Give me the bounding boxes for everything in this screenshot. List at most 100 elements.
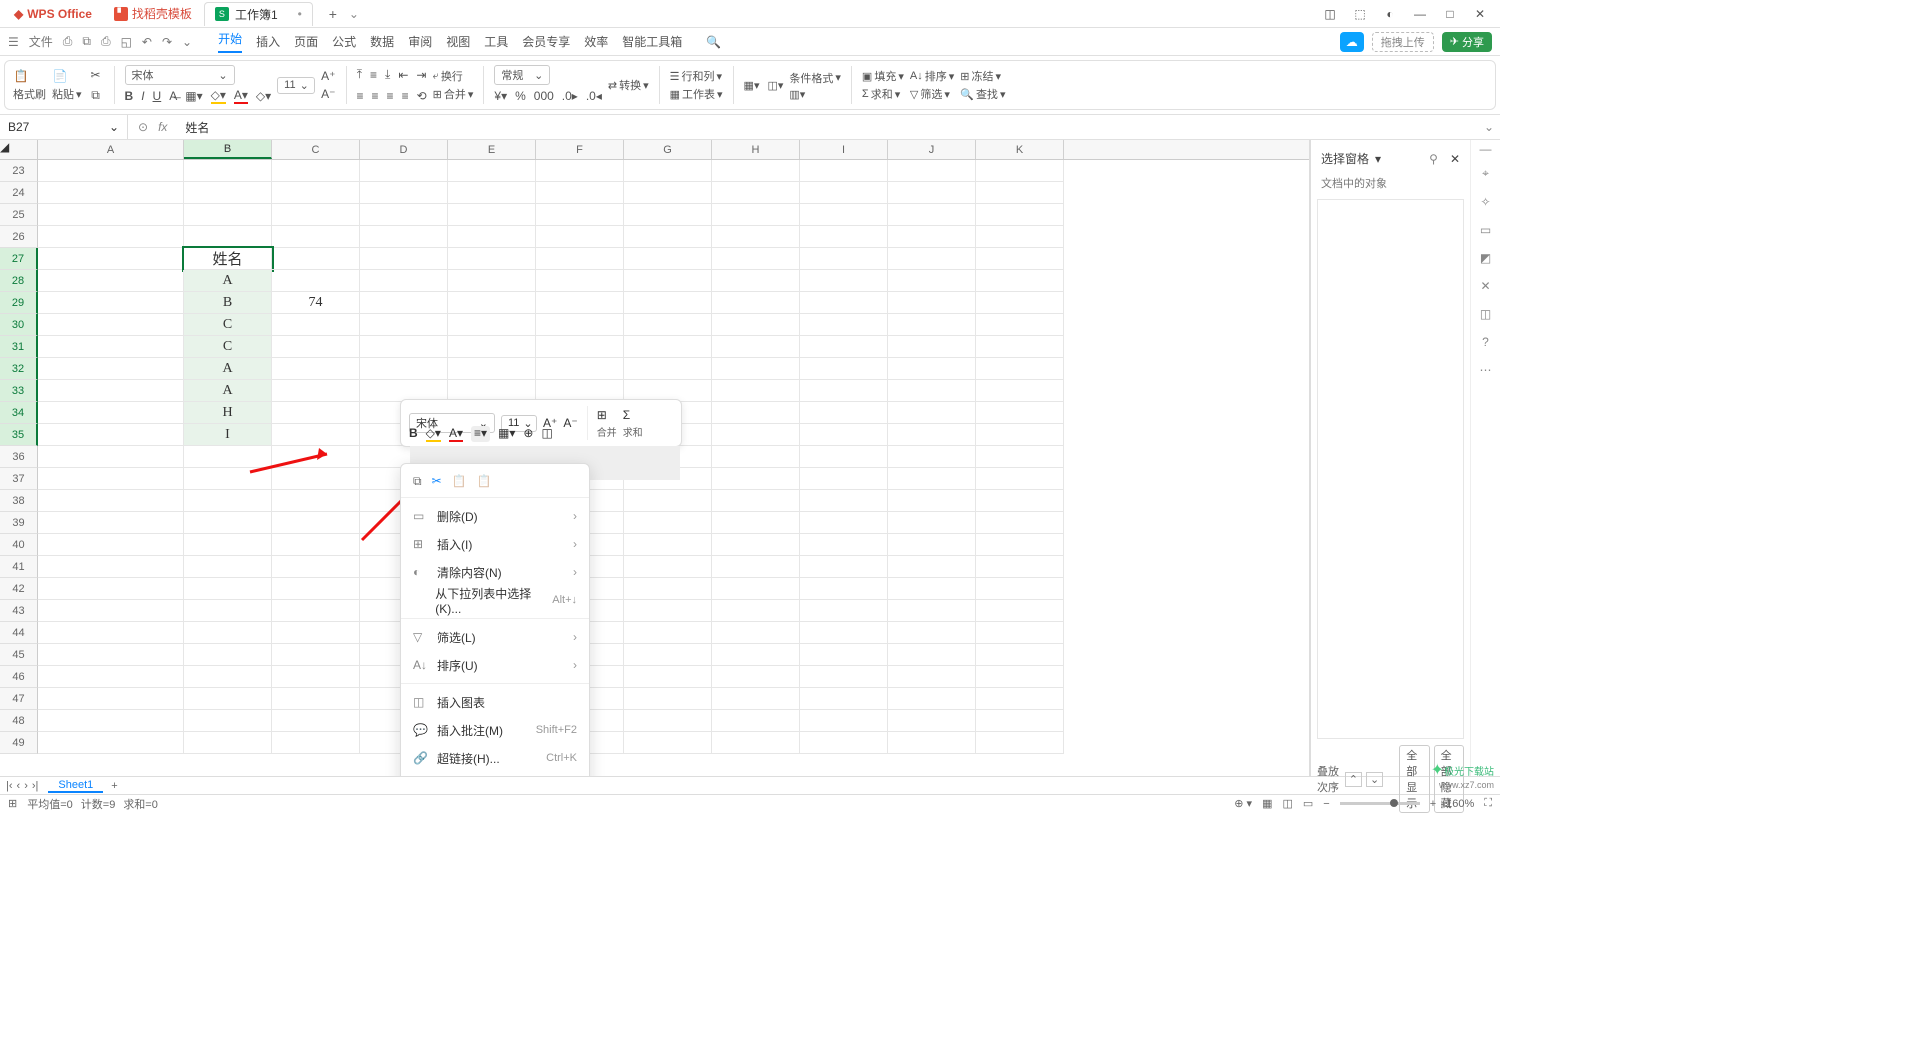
convert-button[interactable]: ⇄ 转换 ▾: [608, 77, 649, 93]
mini-insert-icon[interactable]: ⊕: [523, 426, 533, 442]
cell[interactable]: [888, 578, 976, 600]
col-D[interactable]: D: [360, 140, 448, 159]
cell[interactable]: [800, 446, 888, 468]
cell[interactable]: [800, 710, 888, 732]
cell[interactable]: [448, 270, 536, 292]
ctx-clear[interactable]: ◐清除内容(N)›: [401, 558, 589, 586]
cell[interactable]: [38, 512, 184, 534]
cell[interactable]: [800, 600, 888, 622]
wrap-text-button[interactable]: ⤶ 换行: [433, 68, 474, 84]
row-header[interactable]: 48: [0, 710, 38, 732]
cell[interactable]: [184, 468, 272, 490]
cell[interactable]: [448, 314, 536, 336]
cell[interactable]: [272, 534, 360, 556]
object-list[interactable]: [1317, 199, 1464, 739]
cell[interactable]: [712, 600, 800, 622]
cell[interactable]: [624, 314, 712, 336]
tab-data[interactable]: 数据: [370, 33, 394, 50]
cell[interactable]: [184, 556, 272, 578]
tab-smart[interactable]: 智能工具箱: [622, 33, 682, 50]
minimize-icon[interactable]: —: [1412, 7, 1428, 21]
mini-merge-icon[interactable]: ⊞: [597, 408, 617, 422]
cell[interactable]: [272, 710, 360, 732]
align-center-icon[interactable]: ≡: [372, 89, 379, 103]
layout-tool-icon[interactable]: ◫: [1480, 307, 1491, 321]
cell[interactable]: [184, 226, 272, 248]
cell[interactable]: [272, 204, 360, 226]
cell[interactable]: [272, 468, 360, 490]
cell[interactable]: [536, 182, 624, 204]
copy-icon[interactable]: ⧉: [82, 34, 91, 49]
cell[interactable]: [536, 314, 624, 336]
cell[interactable]: [624, 556, 712, 578]
cell[interactable]: [38, 468, 184, 490]
cell[interactable]: [712, 402, 800, 424]
undo-icon[interactable]: ↶: [142, 35, 152, 49]
inc-dec-icon[interactable]: .0▸: [562, 89, 578, 103]
cell[interactable]: [360, 270, 448, 292]
settings-tool-icon[interactable]: ✕: [1480, 279, 1490, 293]
cell[interactable]: [888, 380, 976, 402]
cell[interactable]: [712, 468, 800, 490]
fbar-expand-icon[interactable]: ⌄: [1484, 120, 1500, 134]
cell[interactable]: [38, 160, 184, 182]
cell[interactable]: [624, 578, 712, 600]
row-col-button[interactable]: ☰ 行和列 ▾: [670, 68, 723, 84]
align-bot-icon[interactable]: ⤓: [385, 67, 390, 82]
cell[interactable]: [272, 644, 360, 666]
cell[interactable]: [888, 622, 976, 644]
fx-icon[interactable]: fx: [158, 120, 167, 134]
share-button[interactable]: ✈ 分享: [1442, 32, 1492, 52]
cell[interactable]: [272, 556, 360, 578]
cell[interactable]: [624, 534, 712, 556]
number-format-select[interactable]: 常规⌄: [494, 65, 550, 85]
ctx-chart[interactable]: ◫插入图表: [401, 688, 589, 716]
cell[interactable]: [976, 688, 1064, 710]
cell[interactable]: [888, 226, 976, 248]
name-box[interactable]: B27 ⌄: [0, 115, 128, 139]
cell[interactable]: [38, 314, 184, 336]
cell[interactable]: [800, 380, 888, 402]
mini-sum-icon[interactable]: Σ: [623, 408, 643, 422]
cell[interactable]: [184, 534, 272, 556]
tab-page[interactable]: 页面: [294, 33, 318, 50]
cell[interactable]: [184, 182, 272, 204]
clear-format-button[interactable]: ◇▾: [256, 89, 271, 103]
indent-inc-icon[interactable]: ⇥: [416, 68, 426, 82]
cell[interactable]: [800, 556, 888, 578]
cell[interactable]: 姓名: [184, 248, 272, 270]
cell[interactable]: [38, 204, 184, 226]
cell[interactable]: [624, 160, 712, 182]
cell[interactable]: [712, 556, 800, 578]
cell[interactable]: [800, 622, 888, 644]
cell[interactable]: [800, 490, 888, 512]
cell[interactable]: [976, 644, 1064, 666]
cell[interactable]: [800, 468, 888, 490]
cell[interactable]: [888, 182, 976, 204]
cell[interactable]: [976, 226, 1064, 248]
cell[interactable]: [800, 270, 888, 292]
cell[interactable]: [888, 710, 976, 732]
cell[interactable]: [888, 512, 976, 534]
clipboard-icon[interactable]: 📋: [13, 68, 29, 84]
mini-merge-label[interactable]: 合并: [597, 424, 617, 439]
menu-icon[interactable]: ☰: [8, 35, 19, 49]
cell[interactable]: [272, 226, 360, 248]
cell[interactable]: [888, 292, 976, 314]
cell[interactable]: [888, 424, 976, 446]
col-H[interactable]: H: [712, 140, 800, 159]
cell[interactable]: [976, 182, 1064, 204]
cell[interactable]: [38, 424, 184, 446]
cell[interactable]: [272, 490, 360, 512]
cell[interactable]: [888, 402, 976, 424]
zoom-in-icon[interactable]: +: [1430, 798, 1436, 810]
pane-dropdown-icon[interactable]: ▾: [1375, 152, 1381, 166]
cell[interactable]: [184, 512, 272, 534]
cell[interactable]: [712, 270, 800, 292]
stat-mode-icon[interactable]: ⊞: [8, 797, 17, 810]
tab-start[interactable]: 开始: [218, 30, 242, 53]
ctx-insert[interactable]: ⊞插入(I)›: [401, 530, 589, 558]
cell[interactable]: [624, 358, 712, 380]
ctx-link[interactable]: 🔗超链接(H)...Ctrl+K: [401, 744, 589, 772]
cell[interactable]: [272, 182, 360, 204]
